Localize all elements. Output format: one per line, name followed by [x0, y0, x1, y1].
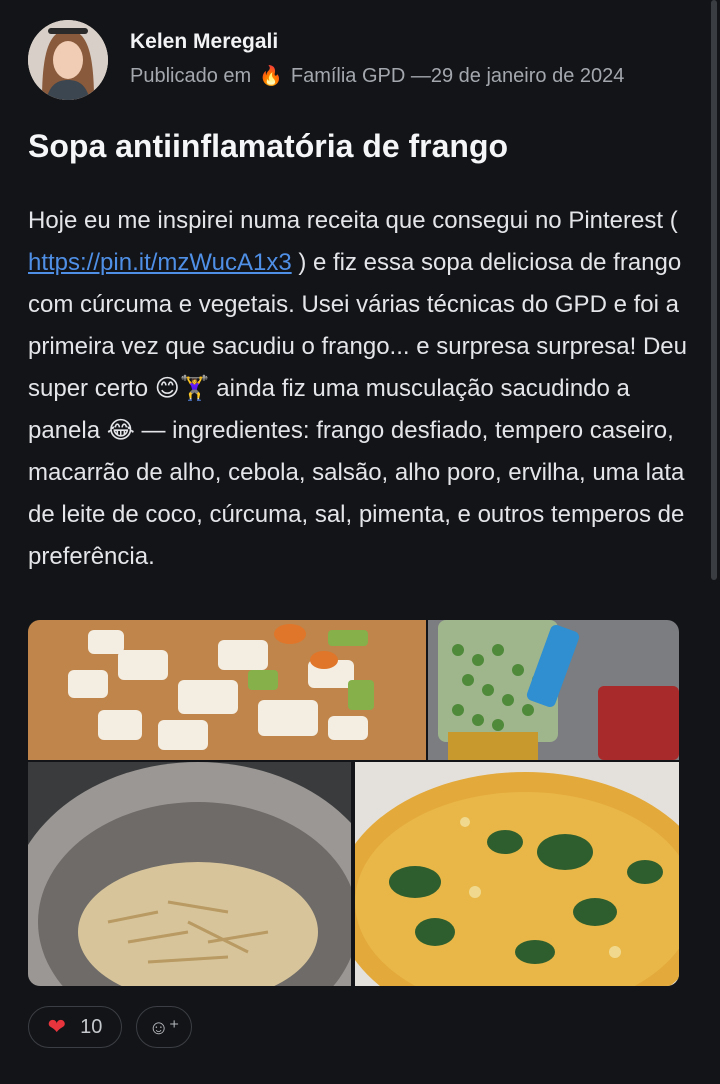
post-title: Sopa antiinflamatória de frango — [28, 128, 509, 164]
author-avatar[interactable] — [28, 20, 108, 100]
author-name[interactable]: Kelen Meregali — [130, 30, 624, 54]
photo-chopped-vegetables[interactable] — [28, 620, 426, 760]
body-text-before-link: Hoje eu me inspirei numa receita que con… — [28, 207, 678, 234]
reactions-bar: ❤ 10 ☺⁺ — [28, 1006, 192, 1048]
body-text-after-link: ) e fiz essa sopa deliciosa de frango co… — [28, 249, 688, 570]
photo-shredded-chicken-pot[interactable] — [28, 762, 351, 986]
like-count: 10 — [80, 1015, 103, 1038]
pinterest-link[interactable]: https://pin.it/mzWucA1x3 — [28, 249, 292, 276]
post-body: Hoje eu me inspirei numa receita que con… — [28, 200, 688, 578]
community-and-date[interactable]: Família GPD —29 de janeiro de 2024 — [291, 65, 625, 88]
post-meta: Publicado em 🔥 Família GPD —29 de janeir… — [130, 64, 624, 88]
smiley-plus-icon: ☺⁺ — [148, 1016, 180, 1039]
like-reaction-button[interactable]: ❤ 10 — [28, 1006, 122, 1048]
post-header: Kelen Meregali Publicado em 🔥 Família GP… — [28, 20, 624, 100]
published-prefix: Publicado em — [130, 64, 252, 87]
scrollbar[interactable] — [711, 0, 717, 580]
photo-peas-and-can[interactable] — [428, 620, 679, 760]
fire-icon: 🔥 — [259, 66, 283, 87]
photo-soup-bowl[interactable] — [355, 762, 679, 986]
heart-icon: ❤ — [47, 1014, 67, 1039]
photo-gallery — [28, 620, 679, 986]
add-reaction-button[interactable]: ☺⁺ — [136, 1006, 192, 1048]
